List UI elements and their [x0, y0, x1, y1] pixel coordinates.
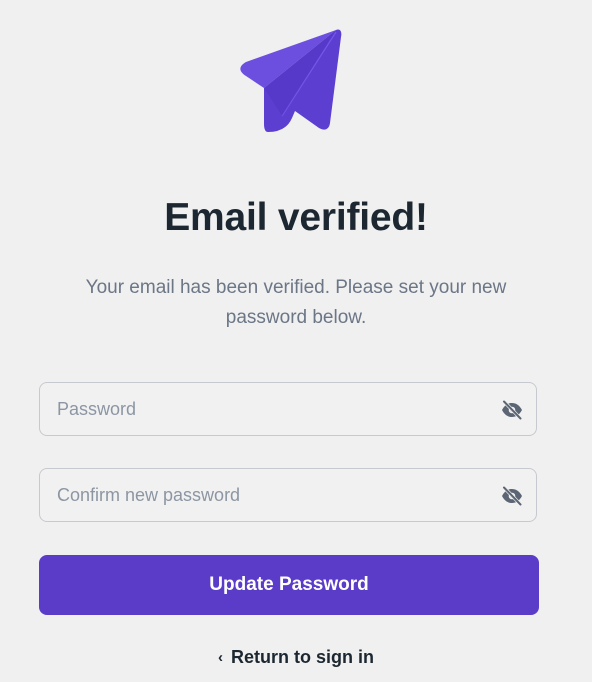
eye-off-icon[interactable] — [500, 398, 524, 422]
confirm-password-input[interactable] — [57, 469, 487, 521]
page-title: Email verified! — [164, 196, 428, 239]
password-input[interactable] — [57, 383, 487, 435]
paper-plane-icon — [240, 29, 342, 132]
confirm-password-field — [39, 468, 537, 522]
page-subtitle: Your email has been verified. Please set… — [85, 277, 507, 328]
return-to-sign-in-link[interactable]: ‹ Return to sign in — [0, 647, 592, 668]
chevron-left-icon: ‹ — [218, 649, 223, 666]
eye-off-icon[interactable] — [500, 484, 524, 508]
verify-page: Email verified! Your email has been veri… — [0, 0, 592, 682]
update-password-label: Update Password — [209, 574, 369, 595]
return-to-sign-in-label: Return to sign in — [231, 647, 374, 667]
update-password-button[interactable]: Update Password — [39, 555, 539, 615]
password-field — [39, 382, 537, 436]
